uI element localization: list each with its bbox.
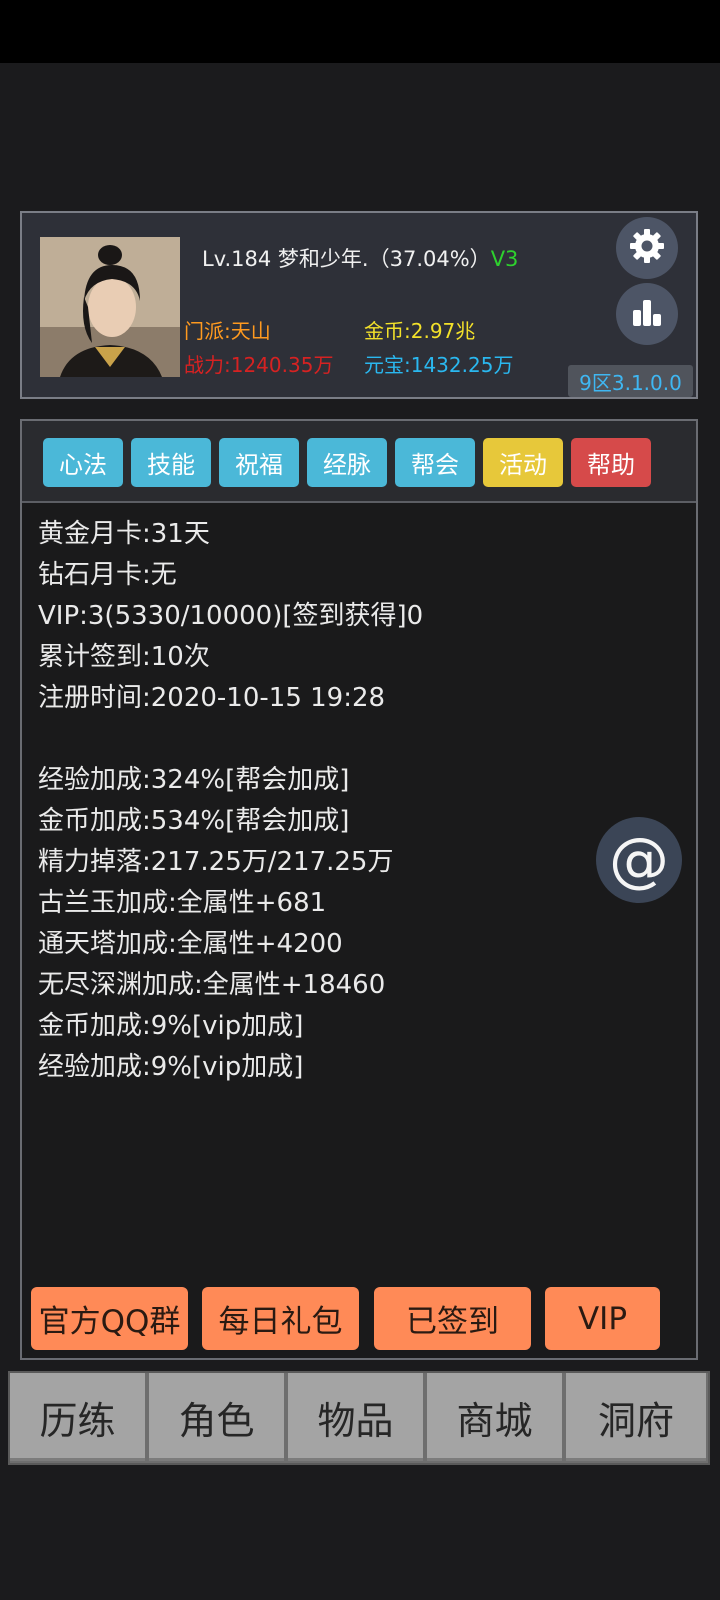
tab-skills[interactable]: 技能	[131, 438, 211, 487]
tab-blessing[interactable]: 祝福	[219, 438, 299, 487]
nav-character[interactable]: 角色	[149, 1373, 287, 1461]
nav-items[interactable]: 物品	[288, 1373, 426, 1461]
vip-button[interactable]: VIP	[545, 1287, 660, 1350]
info-line: 古兰玉加成:全属性+681	[38, 888, 327, 918]
gear-icon	[627, 226, 667, 270]
info-line: 注册时间:2020-10-15 19:28	[38, 683, 386, 713]
tab-events[interactable]: 活动	[483, 438, 563, 487]
server-version-badge: 9区3.1.0.0	[568, 365, 693, 397]
bar-chart-icon	[627, 292, 667, 336]
yuanbao-label: 元宝:1432.25万	[364, 353, 514, 377]
info-line: 金币加成:534%[帮会加成]	[38, 806, 350, 836]
tab-xinfa[interactable]: 心法	[43, 438, 123, 487]
info-line: 经验加成:324%[帮会加成]	[38, 765, 350, 795]
player-name-level: Lv.184 梦和少年.（37.04%）V3	[202, 247, 519, 271]
tab-help[interactable]: 帮助	[571, 438, 651, 487]
ranking-button[interactable]	[616, 283, 678, 345]
checked-in-button[interactable]: 已签到	[374, 1287, 531, 1350]
combat-power-label: 战力:1240.35万	[184, 353, 334, 377]
info-line: 钻石月卡:无	[38, 560, 177, 590]
info-line: 经验加成:9%[vip加成]	[38, 1052, 304, 1082]
mention-float-button[interactable]: @	[596, 817, 682, 903]
nav-shop[interactable]: 商城	[427, 1373, 565, 1461]
tab-guild[interactable]: 帮会	[395, 438, 475, 487]
daily-gift-button[interactable]: 每日礼包	[202, 1287, 359, 1350]
info-line: 无尽深渊加成:全属性+18460	[38, 970, 386, 1000]
at-icon: @	[609, 825, 669, 895]
official-qq-group-button[interactable]: 官方QQ群	[31, 1287, 188, 1350]
info-line: 累计签到:10次	[38, 642, 210, 672]
info-line: 黄金月卡:31天	[38, 519, 210, 549]
sect-label: 门派:天山	[184, 319, 271, 343]
player-info-list: 黄金月卡:31天 钻石月卡:无 VIP:3(5330/10000)[签到获得]0…	[38, 514, 678, 1088]
info-line: 精力掉落:217.25万/217.25万	[38, 847, 394, 877]
settings-button[interactable]	[616, 217, 678, 279]
avatar[interactable]	[40, 237, 180, 377]
tab-bar: 心法 技能 祝福 经脉 帮会 活动 帮助	[22, 421, 696, 503]
status-bar	[0, 0, 720, 63]
info-line: 金币加成:9%[vip加成]	[38, 1011, 304, 1041]
main-panel: 心法 技能 祝福 经脉 帮会 活动 帮助 黄金月卡:31天 钻石月卡:无 VIP…	[20, 419, 698, 1360]
info-line: VIP:3(5330/10000)[签到获得]0	[38, 601, 424, 631]
player-header: Lv.184 梦和少年.（37.04%）V3 门派:天山 金币:2.97兆 战力…	[20, 211, 698, 399]
gold-label: 金币:2.97兆	[364, 319, 476, 343]
bottom-nav: 历练 角色 物品 商城 洞府	[8, 1371, 710, 1465]
nav-training[interactable]: 历练	[10, 1373, 148, 1461]
info-line: 通天塔加成:全属性+4200	[38, 929, 343, 959]
tab-meridians[interactable]: 经脉	[307, 438, 387, 487]
nav-cave[interactable]: 洞府	[566, 1373, 706, 1461]
vip-level-badge: V3	[490, 247, 519, 271]
